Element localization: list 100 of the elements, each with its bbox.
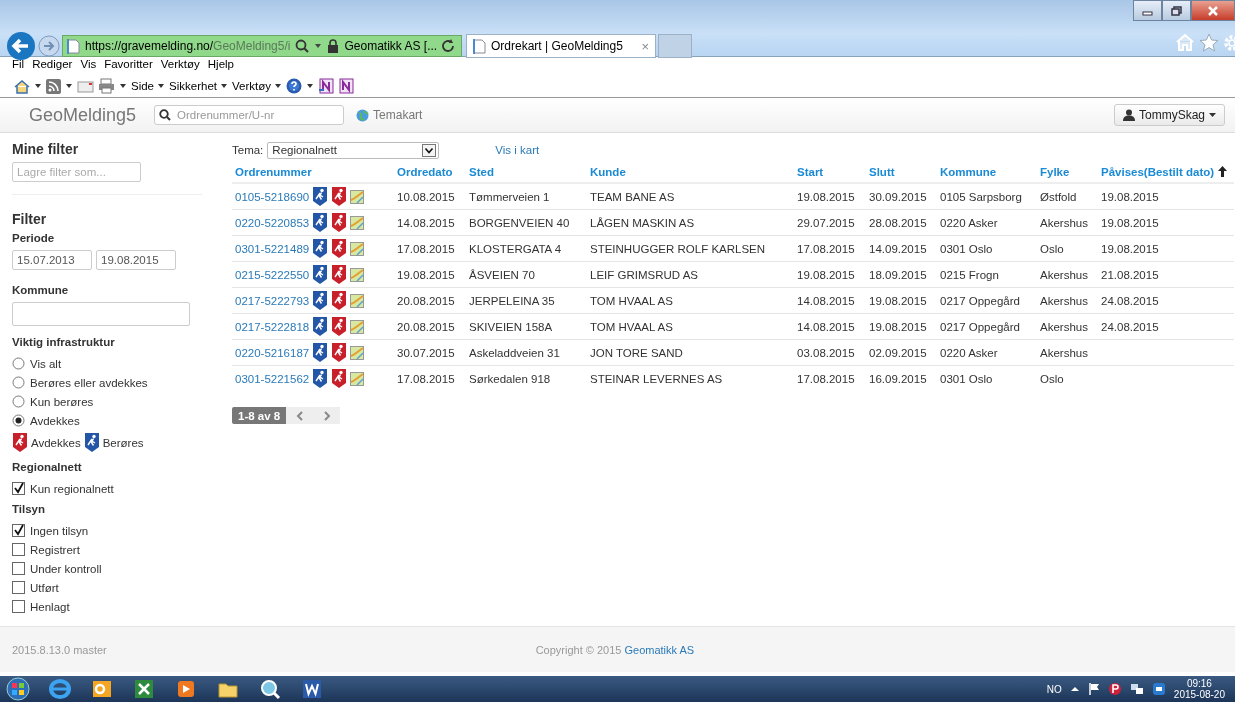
map-icon[interactable] xyxy=(350,319,365,334)
menu-item[interactable]: Verktøy xyxy=(160,58,200,74)
previous-page-button[interactable] xyxy=(286,407,314,424)
caret-icon[interactable] xyxy=(65,82,73,90)
app-tray-icon[interactable] xyxy=(1107,682,1122,696)
order-number-link[interactable]: 0217-5222793 xyxy=(235,294,310,307)
column-header[interactable]: Påvises(Bestilt dato) xyxy=(1098,161,1234,183)
worker-marker-icon xyxy=(331,186,348,207)
menu-item[interactable]: Rediger xyxy=(32,58,73,74)
onenote-icon[interactable] xyxy=(337,78,354,94)
tray-icon[interactable] xyxy=(1151,682,1166,696)
refresh-icon[interactable] xyxy=(442,39,457,53)
back-button-icon[interactable] xyxy=(6,31,36,61)
minimize-button[interactable] xyxy=(1133,0,1162,21)
restore-button[interactable] xyxy=(1162,0,1191,21)
toolbar-menu-button[interactable]: Side xyxy=(131,80,166,92)
worker-marker-icon xyxy=(331,368,348,389)
caret-icon[interactable] xyxy=(119,82,127,90)
order-number-link[interactable]: 0220-5216187 xyxy=(235,346,310,359)
column-header[interactable]: Kommune xyxy=(937,161,1037,183)
checkbox[interactable] xyxy=(12,543,25,556)
table-cell: Akershus xyxy=(1037,339,1098,366)
user-menu-button[interactable]: TommySkag xyxy=(1113,104,1225,126)
language-indicator[interactable]: NO xyxy=(1046,683,1062,695)
certificate-text[interactable]: Geomatikk AS [... xyxy=(344,39,438,53)
order-number-link[interactable]: 0301-5221489 xyxy=(235,242,310,255)
order-number-link[interactable]: 0301-5221562 xyxy=(235,372,310,385)
radio-button[interactable] xyxy=(12,395,25,408)
table-cell: 24.08.2015 xyxy=(1098,287,1234,314)
radio-button[interactable] xyxy=(12,357,25,370)
search-field[interactable]: Ordrenummer/U-nr xyxy=(154,105,345,125)
option-label: Berøres eller avdekkes xyxy=(30,376,148,389)
clock[interactable]: 09:16 2015-08-20 xyxy=(1173,678,1225,700)
order-number-link[interactable]: 0220-5220853 xyxy=(235,216,310,229)
map-icon[interactable] xyxy=(350,215,365,230)
app-logo-text[interactable]: GeoMelding5 xyxy=(29,104,137,126)
menu-item[interactable]: Favoritter xyxy=(104,58,153,74)
order-number-link[interactable]: 0217-5222818 xyxy=(235,320,310,333)
caret-icon[interactable] xyxy=(34,82,42,90)
map-icon[interactable] xyxy=(350,345,365,360)
word-icon[interactable] xyxy=(300,677,324,701)
map-icon[interactable] xyxy=(350,189,365,204)
order-number-link[interactable]: 0215-5222550 xyxy=(235,268,310,281)
close-button[interactable] xyxy=(1191,0,1235,21)
menu-item[interactable]: Hjelp xyxy=(207,58,234,74)
radio-button[interactable] xyxy=(12,376,25,389)
start-button-icon[interactable] xyxy=(6,677,30,701)
company-link[interactable]: Geomatikk AS xyxy=(624,643,695,656)
network-icon[interactable] xyxy=(1129,682,1144,696)
date-field[interactable]: 19.08.2015 xyxy=(96,250,176,270)
menu-item[interactable]: Vis xyxy=(80,58,97,74)
column-header[interactable]: Fylke xyxy=(1037,161,1098,183)
search-icon[interactable] xyxy=(295,39,310,53)
help-icon[interactable] xyxy=(285,78,302,94)
column-header[interactable]: Ordrenummer xyxy=(232,161,394,183)
column-header[interactable]: Slutt xyxy=(866,161,937,183)
table-cell: 0215 Frogn xyxy=(937,261,1037,288)
column-header[interactable]: Ordredato xyxy=(394,161,466,183)
browser-icon[interactable] xyxy=(48,677,72,701)
table-cell: 19.08.2015 xyxy=(1098,183,1234,210)
address-bar[interactable]: https://gravemelding.no/GeoMelding5/i Geomatikk AS [... xyxy=(62,35,462,57)
date-field[interactable]: 15.07.2013 xyxy=(12,250,92,270)
order-number-link[interactable]: 0105-5218690 xyxy=(235,190,310,203)
checkbox[interactable] xyxy=(12,562,25,575)
radio-button[interactable] xyxy=(12,414,25,427)
printer-icon[interactable] xyxy=(98,78,115,94)
flag-icon[interactable] xyxy=(1087,682,1100,696)
checkbox[interactable] xyxy=(12,482,25,495)
caret-icon[interactable] xyxy=(314,42,323,50)
toolbar-menu-button[interactable]: Sikkerhet xyxy=(169,80,228,92)
feed-icon[interactable] xyxy=(46,78,61,94)
star-icon[interactable] xyxy=(1199,33,1219,52)
onenote-icon[interactable] xyxy=(317,78,334,94)
map-icon[interactable] xyxy=(350,267,365,282)
column-header[interactable]: Start xyxy=(794,161,866,183)
spreadsheet-icon[interactable] xyxy=(132,677,156,701)
caret-icon[interactable] xyxy=(305,82,314,90)
map-icon[interactable] xyxy=(350,241,365,256)
menu-item[interactable]: Fil xyxy=(12,58,25,74)
map-icon[interactable] xyxy=(350,371,365,386)
map-theme-link[interactable]: Temakart xyxy=(356,108,423,122)
checkbox[interactable] xyxy=(12,581,25,594)
next-page-button[interactable] xyxy=(313,407,341,424)
column-header[interactable]: Kunde xyxy=(587,161,794,183)
municipality-field[interactable] xyxy=(12,302,190,326)
map-icon[interactable] xyxy=(350,293,365,308)
table-cell: LÅGEN MASKIN AS xyxy=(587,209,794,236)
toolbar-menu-button[interactable]: Verktøy xyxy=(231,80,282,92)
home-icon[interactable] xyxy=(14,78,30,94)
browser-tab[interactable]: Ordrekart | GeoMelding5 × xyxy=(466,34,656,58)
checkbox[interactable] xyxy=(12,524,25,537)
tab-close-button[interactable]: × xyxy=(641,38,649,54)
column-header[interactable]: Sted xyxy=(466,161,587,183)
chevron-up-icon[interactable] xyxy=(1069,685,1080,693)
magnifier-icon[interactable] xyxy=(258,677,282,701)
checkbox[interactable] xyxy=(12,600,25,613)
theme-dropdown[interactable]: Regionalnett xyxy=(267,141,440,159)
table-cell: ÅSVEIEN 70 xyxy=(466,261,587,288)
map-link[interactable]: Vis i kart xyxy=(495,144,540,156)
filter-name-field[interactable]: Lagre filter som... xyxy=(12,162,141,182)
